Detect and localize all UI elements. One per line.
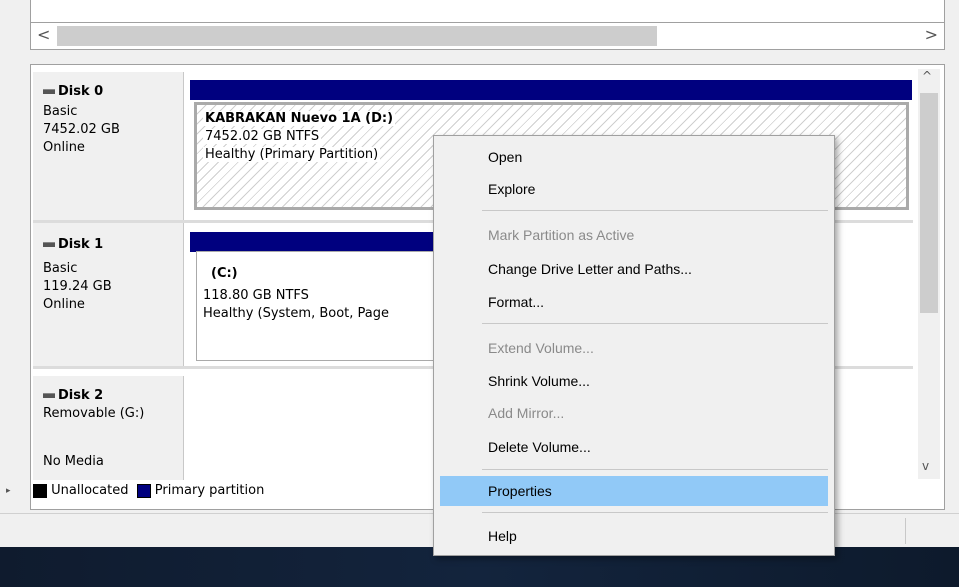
legend-primary: Primary partition [154,483,265,498]
menu-explore[interactable]: Explore [434,174,834,204]
disk-0-type: Basic [43,104,78,119]
partition-c-detail: 118.80 GB NTFS [201,288,311,303]
disk-0-partition-bar [190,80,912,100]
disk-1-status: Online [43,297,85,312]
menu-change-drive-letter[interactable]: Change Drive Letter and Paths... [434,254,834,284]
primary-swatch [136,483,151,498]
scroll-up-icon[interactable]: ^ [922,69,932,83]
legend: Unallocated Primary partition [33,483,264,507]
vertical-scroll-thumb[interactable] [920,93,938,313]
menu-separator [482,512,828,513]
menu-properties[interactable]: Properties [440,476,828,506]
vertical-scrollbar[interactable]: ^ v [918,69,940,479]
disk-0-size: 7452.02 GB [43,122,120,137]
menu-help[interactable]: Help [434,521,834,551]
disk-icon [43,242,55,247]
unallocated-swatch [33,483,47,498]
disk-1-label[interactable]: Disk 1 Basic 119.24 GB Online [33,223,184,366]
menu-separator [482,210,828,211]
upper-pane [30,0,945,22]
menu-separator [482,323,828,324]
menu-format[interactable]: Format... [434,287,834,317]
partition-d-name: KABRAKAN Nuevo 1A (D:) [203,111,396,126]
menu-add-mirror[interactable]: Add Mirror... [434,398,834,428]
menu-separator [482,469,828,470]
disk-0-title: Disk 0 [43,84,103,99]
menu-open[interactable]: Open [434,142,834,172]
context-menu: Open Explore Mark Partition as Active Ch… [433,135,835,556]
horizontal-scrollbar[interactable]: < > [30,22,945,50]
menu-mark-partition-active[interactable]: Mark Partition as Active [434,220,834,250]
partition-c[interactable]: (C:) 118.80 GB NTFS Healthy (System, Boo… [196,251,446,361]
horizontal-scroll-thumb[interactable] [57,26,657,46]
partition-d-health: Healthy (Primary Partition) [203,147,381,162]
status-divider [905,518,906,544]
expand-arrow-icon[interactable]: ▸ [6,486,11,496]
disk-icon [43,89,55,94]
disk-0-status: Online [43,140,85,155]
scroll-left-icon[interactable]: < [37,25,53,45]
disk-1-title: Disk 1 [43,237,103,252]
menu-shrink-volume[interactable]: Shrink Volume... [434,366,834,396]
disk-1-type: Basic [43,261,78,276]
menu-extend-volume[interactable]: Extend Volume... [434,333,834,363]
disk-1-partition-bar [190,232,450,252]
legend-unallocated: Unallocated [51,483,129,498]
partition-d-detail: 7452.02 GB NTFS [203,129,322,144]
disk-2-type: Removable (G:) [43,406,145,421]
disk-2-label[interactable]: Disk 2 Removable (G:) No Media [33,376,184,480]
disk-2-status: No Media [43,454,104,469]
scroll-right-icon[interactable]: > [922,25,938,45]
disk-2-title: Disk 2 [43,388,103,403]
disk-1-size: 119.24 GB [43,279,112,294]
scroll-down-icon[interactable]: v [922,459,929,473]
partition-c-health: Healthy (System, Boot, Page [201,306,391,321]
disk-0-label[interactable]: Disk 0 Basic 7452.02 GB Online [33,72,184,220]
partition-c-name: (C:) [209,266,240,281]
disk-icon [43,393,55,398]
menu-delete-volume[interactable]: Delete Volume... [434,432,834,462]
